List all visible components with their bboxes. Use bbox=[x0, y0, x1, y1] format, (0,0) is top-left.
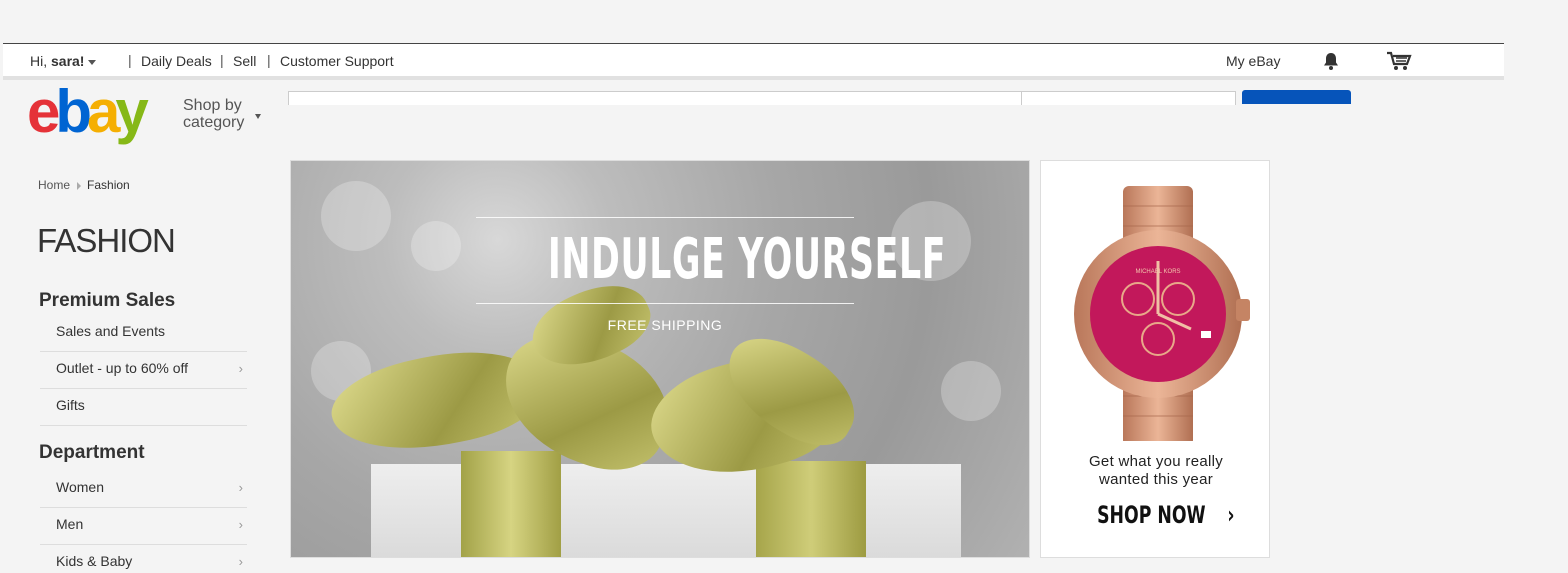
separator: | bbox=[128, 52, 132, 68]
gift-ribbon bbox=[756, 461, 866, 557]
bokeh-light bbox=[411, 221, 461, 271]
promo-line: wanted this year bbox=[1098, 471, 1214, 488]
breadcrumb: Home Fashion bbox=[38, 178, 130, 192]
logo-letter: y bbox=[115, 78, 148, 145]
hero-headline: INDULGE YOURSELF bbox=[547, 227, 947, 292]
breadcrumb-home[interactable]: Home bbox=[38, 178, 70, 192]
divider bbox=[476, 303, 854, 304]
user-name: sara! bbox=[51, 53, 85, 69]
chevron-right-icon: › bbox=[238, 554, 243, 569]
nav-item-outlet[interactable]: Outlet - up to 60% off › bbox=[40, 352, 247, 389]
hero-banner[interactable]: INDULGE YOURSELF FREE SHIPPING bbox=[290, 160, 1030, 558]
gift-box bbox=[371, 464, 961, 557]
shop-now-button[interactable]: SHOP NOW › bbox=[1041, 501, 1271, 529]
bokeh-light bbox=[941, 361, 1001, 421]
breadcrumb-current: Fashion bbox=[87, 178, 130, 192]
promo-line: Get what you really bbox=[1088, 453, 1224, 470]
top-spacer bbox=[0, 0, 1568, 9]
daily-deals-link[interactable]: Daily Deals bbox=[141, 53, 212, 69]
nav-item-men[interactable]: Men › bbox=[40, 508, 247, 545]
nav-item-women[interactable]: Women › bbox=[40, 471, 247, 508]
nav-item-label: Sales and Events bbox=[56, 323, 165, 339]
category-select[interactable] bbox=[1021, 91, 1236, 105]
divider bbox=[476, 217, 854, 218]
search-input[interactable] bbox=[288, 91, 1022, 105]
nav-item-label: Gifts bbox=[56, 397, 85, 413]
page-title: FASHION bbox=[37, 222, 176, 259]
logo-letter: e bbox=[27, 78, 60, 145]
bell-icon[interactable] bbox=[1321, 51, 1341, 74]
hero-subline: FREE SHIPPING bbox=[607, 317, 723, 333]
gift-ribbon bbox=[461, 451, 561, 557]
chevron-right-icon: › bbox=[238, 517, 243, 532]
watch-image: MICHAEL KORS bbox=[1074, 186, 1250, 441]
promo-text: Get what you really wanted this year bbox=[1041, 453, 1271, 489]
chevron-down-icon bbox=[88, 59, 97, 65]
shop-now-label: SHOP NOW bbox=[1096, 501, 1206, 529]
global-header: Hi, sara! | Daily Deals | Sell | Custome… bbox=[3, 43, 1504, 80]
premium-sales-list: Sales and Events Outlet - up to 60% off ›… bbox=[40, 315, 247, 426]
chevron-right-icon: › bbox=[238, 361, 243, 376]
shop-by-label: Shop by bbox=[183, 97, 242, 114]
shop-by-category-button[interactable]: Shop by category bbox=[183, 97, 244, 131]
premium-sales-heading: Premium Sales bbox=[39, 290, 176, 311]
nav-item-label: Women bbox=[56, 479, 104, 495]
customer-support-link[interactable]: Customer Support bbox=[280, 53, 394, 69]
promo-card[interactable]: MICHAEL KORS Get what you really wanted … bbox=[1040, 160, 1270, 558]
nav-item-label: Men bbox=[56, 516, 84, 532]
cart-icon[interactable] bbox=[1386, 50, 1412, 75]
nav-item-kids-baby[interactable]: Kids & Baby › bbox=[40, 545, 247, 573]
chevron-right-icon bbox=[77, 181, 82, 190]
ebay-logo[interactable]: ebay bbox=[27, 82, 149, 142]
nav-item-gifts[interactable]: Gifts bbox=[40, 389, 247, 426]
department-list: Women › Men › Kids & Baby › bbox=[40, 471, 247, 573]
nav-item-label: Kids & Baby bbox=[56, 553, 133, 569]
category-label: category bbox=[183, 114, 245, 131]
nav-item-sales-and-events[interactable]: Sales and Events bbox=[40, 315, 247, 352]
chevron-right-icon: › bbox=[238, 480, 243, 495]
greeting-dropdown[interactable]: Hi, sara! bbox=[30, 53, 97, 69]
my-ebay-link[interactable]: My eBay bbox=[1226, 53, 1280, 69]
greeting-prefix: Hi, bbox=[30, 53, 51, 69]
nav-item-label: Outlet - up to 60% off bbox=[56, 360, 189, 376]
chevron-down-icon bbox=[255, 114, 261, 119]
chevron-right-icon: › bbox=[1227, 501, 1235, 529]
watch-brand-mark: MICHAEL KORS bbox=[1135, 269, 1180, 275]
separator: | bbox=[267, 52, 271, 68]
logo-letter: a bbox=[87, 78, 120, 145]
department-heading: Department bbox=[39, 442, 145, 463]
bokeh-light bbox=[321, 181, 391, 251]
logo-letter: b bbox=[55, 78, 92, 145]
sell-link[interactable]: Sell bbox=[233, 53, 256, 69]
search-button[interactable] bbox=[1242, 90, 1351, 104]
separator: | bbox=[220, 52, 224, 68]
